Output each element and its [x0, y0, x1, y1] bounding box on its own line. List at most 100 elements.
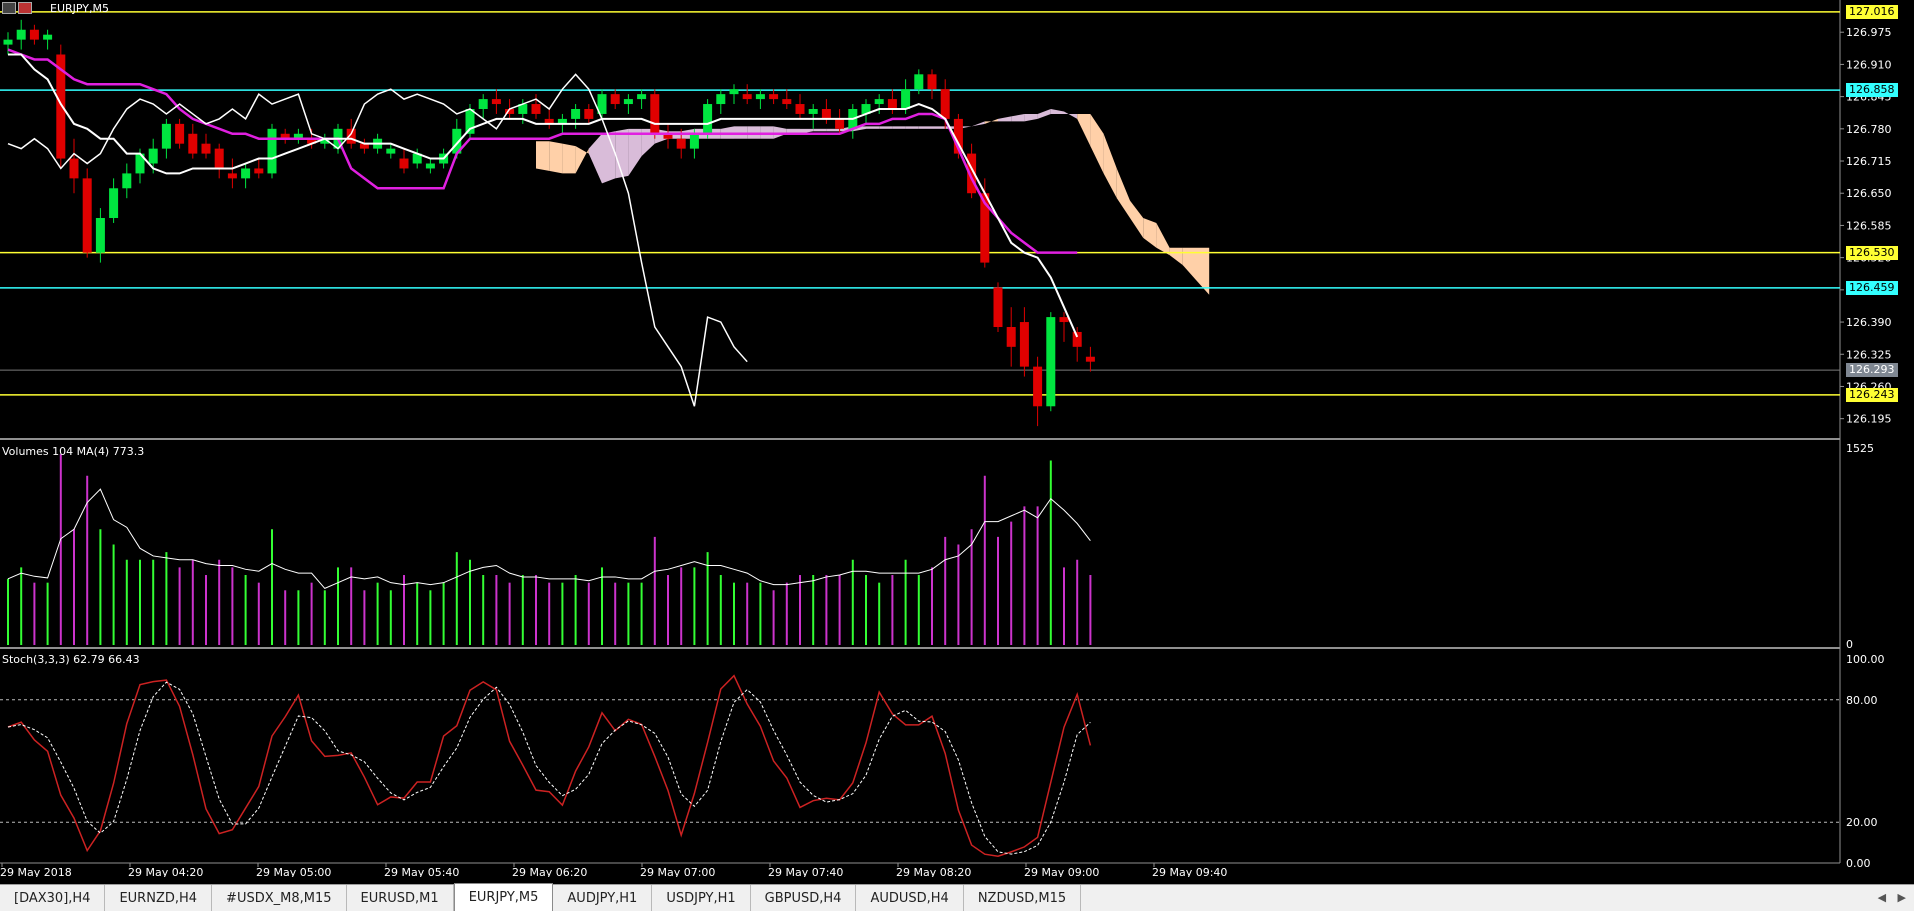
candle-body[interactable]: [808, 109, 818, 114]
candle-body[interactable]: [16, 29, 26, 40]
candle-body[interactable]: [703, 104, 713, 134]
candle-body[interactable]: [769, 94, 779, 100]
candle-body[interactable]: [623, 99, 633, 105]
candle-body[interactable]: [571, 109, 581, 119]
candle-body[interactable]: [637, 94, 647, 100]
candle-body[interactable]: [874, 99, 884, 105]
tab-audusd-h4[interactable]: AUDUSD,H4: [856, 885, 964, 911]
candle-body[interactable]: [43, 34, 53, 40]
cloud-segment: [575, 146, 589, 174]
price-label-cyan: 126.459: [1846, 280, 1898, 295]
candle-body[interactable]: [175, 123, 185, 144]
candle-body[interactable]: [676, 138, 686, 149]
stoch-tick-label: 100.00: [1846, 653, 1885, 666]
tab-scroll-left-icon[interactable]: ◀: [1878, 891, 1886, 904]
symbol-flag-icon: [18, 2, 32, 14]
candle-body[interactable]: [478, 99, 488, 110]
candle-body[interactable]: [927, 74, 937, 90]
candle-body[interactable]: [914, 74, 924, 90]
candle-body[interactable]: [69, 158, 79, 179]
candle-body[interactable]: [161, 123, 171, 149]
candlestick-series[interactable]: [3, 19, 1095, 427]
chart-window-icons[interactable]: [2, 2, 32, 14]
candle-body[interactable]: [742, 94, 752, 100]
candle-body[interactable]: [993, 287, 1003, 328]
candle-body[interactable]: [227, 173, 237, 179]
volumes-pane-title: Volumes 104 MA(4) 773.3: [2, 445, 145, 458]
price-label-yellow: 126.243: [1846, 387, 1898, 402]
candle-body[interactable]: [1072, 331, 1082, 347]
candle-body[interactable]: [795, 104, 805, 114]
candle-body[interactable]: [214, 148, 224, 169]
candle-body[interactable]: [1059, 317, 1069, 323]
tab-gbpusd-h4[interactable]: GBPUSD,H4: [751, 885, 857, 911]
candle-body[interactable]: [887, 99, 897, 110]
candle-body[interactable]: [267, 128, 277, 174]
candle-body[interactable]: [729, 89, 739, 95]
candle-body[interactable]: [109, 188, 119, 219]
candle-body[interactable]: [901, 89, 911, 110]
volume-histogram: [7, 454, 1092, 645]
candle-body[interactable]: [1085, 356, 1095, 362]
candle-body[interactable]: [940, 89, 950, 119]
candle-body[interactable]: [610, 94, 620, 105]
candle-body[interactable]: [716, 94, 726, 105]
candle-body[interactable]: [82, 178, 92, 253]
cloud-segment: [932, 126, 946, 129]
candle-body[interactable]: [689, 133, 699, 149]
candle-body[interactable]: [122, 173, 132, 189]
candle-body[interactable]: [29, 29, 39, 40]
stoch-tick-label: 80.00: [1846, 694, 1878, 707]
candle-body[interactable]: [201, 143, 211, 154]
candle-body[interactable]: [821, 109, 831, 119]
candle-body[interactable]: [3, 39, 13, 45]
stoch-pane-title: Stoch(3,3,3) 62.79 66.43: [2, 653, 140, 666]
tab-eurnzd-h4[interactable]: EURNZD,H4: [105, 885, 213, 911]
tab-audjpy-h1[interactable]: AUDJPY,H1: [553, 885, 653, 911]
cloud-segment: [866, 126, 880, 129]
volume-ma-line: [7, 488, 1091, 589]
tab-usdjpy-h1[interactable]: USDJPY,H1: [652, 885, 751, 911]
candle-body[interactable]: [1046, 317, 1056, 407]
cloud-segment: [1116, 168, 1130, 219]
horizontal-levels[interactable]: [0, 11, 1840, 396]
candle-body[interactable]: [1019, 322, 1029, 367]
candle-body[interactable]: [584, 109, 594, 119]
candle-body[interactable]: [1006, 327, 1016, 347]
candle-body[interactable]: [650, 94, 660, 134]
candle-body[interactable]: [386, 148, 396, 154]
candle-body[interactable]: [148, 148, 158, 164]
candle-body[interactable]: [835, 118, 845, 129]
chart-canvas[interactable]: 126.975126.910126.845126.780126.715126.6…: [0, 0, 1914, 877]
candle-body[interactable]: [755, 94, 765, 100]
tab-eurusd-m1[interactable]: EURUSD,M1: [347, 885, 454, 911]
candle-body[interactable]: [491, 99, 501, 105]
tab-eurjpy-m5[interactable]: EURJPY,M5: [453, 883, 554, 911]
tab-nzdusd-m15[interactable]: NZDUSD,M15: [964, 885, 1082, 911]
candle-body[interactable]: [425, 163, 435, 169]
tab-dax30-h4[interactable]: [DAX30],H4: [0, 885, 106, 911]
tab-scroll-right-icon[interactable]: ▶: [1898, 891, 1906, 904]
time-tick-label: 29 May 07:40: [768, 866, 843, 877]
time-tick-label: 29 May 08:20: [896, 866, 971, 877]
candle-body[interactable]: [254, 168, 264, 174]
window-restore-icon[interactable]: [2, 2, 16, 14]
price-tick-label: 126.585: [1846, 219, 1892, 232]
time-tick-label: 29 May 2018: [0, 866, 72, 877]
candle-body[interactable]: [399, 158, 409, 169]
candle-body[interactable]: [241, 168, 251, 179]
time-tick-label: 29 May 05:00: [256, 866, 331, 877]
candle-body[interactable]: [188, 133, 198, 154]
candle-body[interactable]: [95, 218, 105, 253]
stoch-main-line: [7, 674, 1092, 857]
candle-body[interactable]: [1033, 366, 1043, 407]
price-tick-label: 126.325: [1846, 348, 1892, 361]
candle-body[interactable]: [782, 99, 792, 105]
cloud-segment: [905, 126, 919, 129]
stoch-signal-line: [7, 681, 1091, 855]
time-tick-label: 29 May 05:40: [384, 866, 459, 877]
tab-usdx-m15[interactable]: #USDX_M8,M15: [212, 885, 347, 911]
candle-body[interactable]: [531, 104, 541, 114]
cloud-segment: [1050, 109, 1064, 114]
cloud-segment: [1143, 218, 1157, 248]
